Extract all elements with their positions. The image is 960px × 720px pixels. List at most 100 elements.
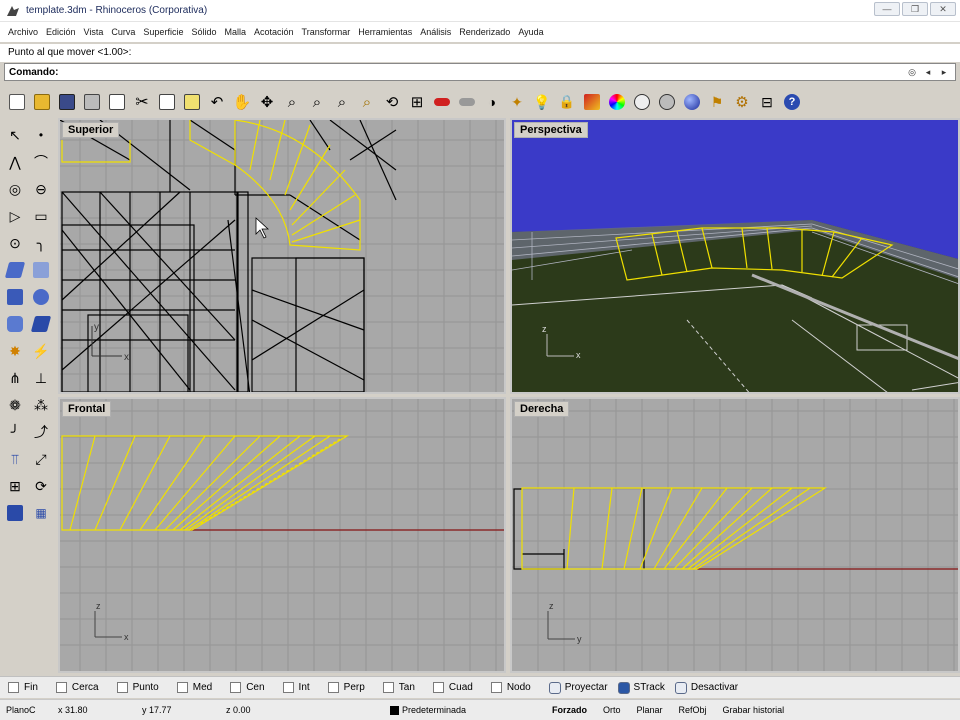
fillet-icon[interactable]: ╮ xyxy=(30,232,52,254)
text-icon[interactable]: ▦ xyxy=(30,502,52,524)
loft-icon[interactable] xyxy=(30,259,52,281)
command-prev-icon[interactable]: ◂ xyxy=(921,65,935,79)
viewport-label-front[interactable]: Frontal xyxy=(62,401,112,417)
select-icon[interactable]: ✦ xyxy=(506,91,528,113)
checkbox[interactable] xyxy=(55,682,67,693)
toggle-strack[interactable]: STrack xyxy=(617,681,665,694)
help-icon[interactable]: ? xyxy=(781,91,803,113)
trim-icon[interactable]: ⚡ xyxy=(30,340,52,362)
command-input[interactable] xyxy=(61,66,842,78)
viewport-perspective[interactable]: Perspectiva z x xyxy=(510,118,960,394)
move-view-icon[interactable]: ✥ xyxy=(256,91,278,113)
checkbox[interactable] xyxy=(282,682,294,693)
explode-icon[interactable]: ✸ xyxy=(4,340,26,362)
viewport-label-top[interactable]: Superior xyxy=(62,122,120,138)
solid-union-icon[interactable] xyxy=(30,286,52,308)
save-icon[interactable] xyxy=(56,91,78,113)
viewport-front[interactable]: Frontal z x xyxy=(58,397,506,673)
checkbox[interactable] xyxy=(490,682,502,693)
zoom-selected-icon[interactable]: ⌕ xyxy=(356,91,378,113)
sphere-shaded-icon[interactable] xyxy=(656,91,678,113)
close-button[interactable]: ✕ xyxy=(930,2,956,16)
menu-ayuda[interactable]: Ayuda xyxy=(514,27,547,37)
osnap-med[interactable]: Med xyxy=(176,682,212,693)
grid-snap-icon[interactable]: ⊞ xyxy=(4,475,26,497)
status-layer[interactable]: Predeterminada xyxy=(384,705,544,715)
viewport-label-perspective[interactable]: Perspectiva xyxy=(514,122,588,138)
maximize-button[interactable]: ❐ xyxy=(902,2,928,16)
zoom-extents-icon[interactable]: ⌕ xyxy=(331,91,353,113)
menu-transformar[interactable]: Transformar xyxy=(298,27,355,37)
polyline-icon[interactable]: ⋀ xyxy=(4,151,26,173)
status-planar-button[interactable]: Planar xyxy=(629,705,671,715)
osnap-cerca[interactable]: Cerca xyxy=(55,682,99,693)
checkbox[interactable] xyxy=(8,682,19,693)
menu-solido[interactable]: Sólido xyxy=(187,27,220,37)
ellipse-icon[interactable]: ⊖ xyxy=(30,178,52,200)
dimension-icon[interactable]: ⫪ xyxy=(4,448,26,470)
render-box-icon[interactable] xyxy=(4,502,26,524)
layers-icon[interactable] xyxy=(581,91,603,113)
zoom-icon[interactable]: ⌕ xyxy=(281,91,303,113)
rotate-view-icon[interactable]: ⟲ xyxy=(381,91,403,113)
checkbox[interactable] xyxy=(230,682,242,693)
osnap-cen[interactable]: Cen xyxy=(230,682,265,693)
sphere-render-icon[interactable] xyxy=(681,91,703,113)
menu-edicion[interactable]: Edición xyxy=(42,27,80,37)
toggle-proyectar[interactable]: Proyectar xyxy=(548,681,608,694)
menu-vista[interactable]: Vista xyxy=(80,27,108,37)
join-icon[interactable]: ⊥ xyxy=(30,367,52,389)
offset-icon[interactable]: ╯ xyxy=(4,421,26,443)
toggle-box[interactable] xyxy=(674,681,687,694)
status-forzado-button[interactable]: Forzado xyxy=(544,705,595,715)
osnap-int[interactable]: Int xyxy=(282,682,310,693)
menu-herramientas[interactable]: Herramientas xyxy=(354,27,416,37)
pan-hand-icon[interactable]: ✋ xyxy=(231,91,253,113)
checkbox[interactable] xyxy=(382,682,394,693)
hide-icon[interactable] xyxy=(456,91,478,113)
zoom-window-icon[interactable]: ⌕ xyxy=(306,91,328,113)
toggle-box[interactable] xyxy=(548,681,561,694)
blend-icon[interactable]: ⤴ xyxy=(30,421,52,443)
open-icon[interactable] xyxy=(31,91,53,113)
menu-archivo[interactable]: Archivo xyxy=(4,27,42,37)
status-orto-button[interactable]: Orto xyxy=(595,705,629,715)
new-file-icon[interactable] xyxy=(6,91,28,113)
sphere-wire-icon[interactable] xyxy=(631,91,653,113)
menu-renderizado[interactable]: Renderizado xyxy=(455,27,514,37)
four-views-icon[interactable]: ⊞ xyxy=(406,91,428,113)
cut-icon[interactable]: ✂ xyxy=(131,91,153,113)
osnap-nodo[interactable]: Nodo xyxy=(490,682,531,693)
curve-icon[interactable]: ⌒ xyxy=(30,151,52,173)
paste-icon[interactable] xyxy=(181,91,203,113)
checkbox[interactable] xyxy=(327,682,339,693)
toggle-desactivar[interactable]: Desactivar xyxy=(674,681,738,694)
mesh-icon[interactable] xyxy=(30,313,52,335)
command-next-icon[interactable]: ▸ xyxy=(937,65,951,79)
viewport-right[interactable]: Derecha z y xyxy=(510,397,960,673)
surface-icon[interactable] xyxy=(4,259,26,281)
polygon-icon[interactable]: ⊙ xyxy=(4,232,26,254)
color-wheel-icon[interactable] xyxy=(606,91,628,113)
checkbox[interactable] xyxy=(116,682,128,693)
viewport-top[interactable]: Superior y x xyxy=(58,118,506,394)
copy-icon[interactable] xyxy=(156,91,178,113)
checkbox[interactable] xyxy=(176,682,188,693)
circle-icon[interactable]: ◎ xyxy=(4,178,26,200)
status-refobj-button[interactable]: RefObj xyxy=(671,705,715,715)
grid-tools-icon[interactable]: ⊟ xyxy=(756,91,778,113)
menu-curva[interactable]: Curva xyxy=(107,27,139,37)
command-options-icon[interactable]: ◎ xyxy=(905,65,919,79)
group-icon[interactable]: ❁ xyxy=(4,394,26,416)
light-bulb-icon[interactable]: 💡 xyxy=(531,91,553,113)
arc-icon[interactable]: ▷ xyxy=(4,205,26,227)
osnap-fin[interactable]: Fin xyxy=(8,682,38,693)
lock-icon[interactable]: 🔒 xyxy=(556,91,578,113)
show-icon[interactable]: ◑ xyxy=(481,91,503,113)
menu-malla[interactable]: Malla xyxy=(220,27,250,37)
array-icon[interactable]: ⁂ xyxy=(30,394,52,416)
gear-icon[interactable]: ⚙ xyxy=(731,91,753,113)
osnap-tan[interactable]: Tan xyxy=(382,682,415,693)
template-icon[interactable] xyxy=(106,91,128,113)
point-icon[interactable]: • xyxy=(30,124,52,146)
